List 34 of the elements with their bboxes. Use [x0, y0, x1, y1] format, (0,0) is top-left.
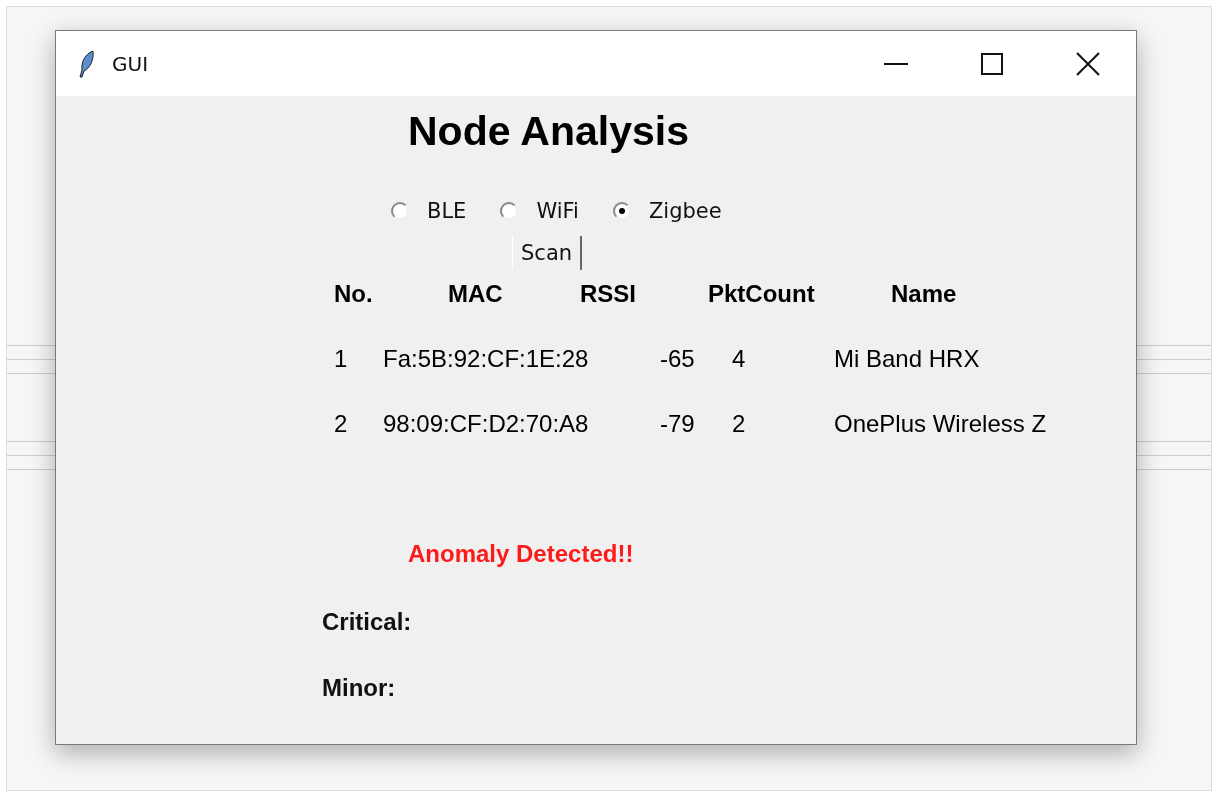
table-cell-text: 2: [334, 410, 349, 438]
alert-message: Anomaly Detected!!: [408, 540, 634, 568]
protocol-radio[interactable]: Zigbee: [612, 199, 722, 223]
table-cell-text: 2: [732, 410, 747, 438]
radio-icon[interactable]: [500, 202, 519, 220]
table-cell-text: Mi Band HRX: [834, 345, 981, 373]
table-cell-text: 98:09:CF:D2:70:A8: [383, 410, 590, 438]
table-cell-text: -65: [660, 345, 696, 373]
radio-label: Zigbee: [648, 199, 722, 223]
column-header: PktCount: [708, 280, 816, 308]
heading: Node Analysis: [408, 108, 689, 155]
protocol-radio[interactable]: BLE: [391, 199, 467, 223]
table-cell-text: -79: [660, 410, 696, 438]
column-header: MAC: [448, 280, 504, 308]
table-cell-text: OnePlus Wireless Z: [834, 410, 1048, 438]
scan-button[interactable]: Scan: [512, 236, 583, 270]
radio-icon[interactable]: [391, 202, 409, 220]
table-cell-text: 1: [334, 345, 349, 373]
feather-icon: [78, 49, 96, 78]
maximize-icon[interactable]: [981, 52, 1003, 75]
radio-label: BLE: [427, 199, 467, 223]
window-title: GUI: [112, 51, 150, 76]
protocol-radio[interactable]: WiFi: [500, 199, 579, 223]
radio-icon[interactable]: [612, 202, 631, 220]
close-icon[interactable]: [1076, 51, 1100, 76]
minimize-icon[interactable]: [884, 62, 908, 65]
table-cell-text: 4: [732, 345, 747, 373]
field-label: Critical:: [322, 608, 412, 636]
field-label: Minor:: [322, 674, 396, 702]
radio-label: WiFi: [536, 199, 579, 223]
column-header: Name: [891, 280, 958, 308]
column-header: No.: [334, 280, 374, 308]
column-header: RSSI: [580, 280, 637, 308]
table-cell-text: Fa:5B:92:CF:1E:28: [383, 345, 590, 373]
